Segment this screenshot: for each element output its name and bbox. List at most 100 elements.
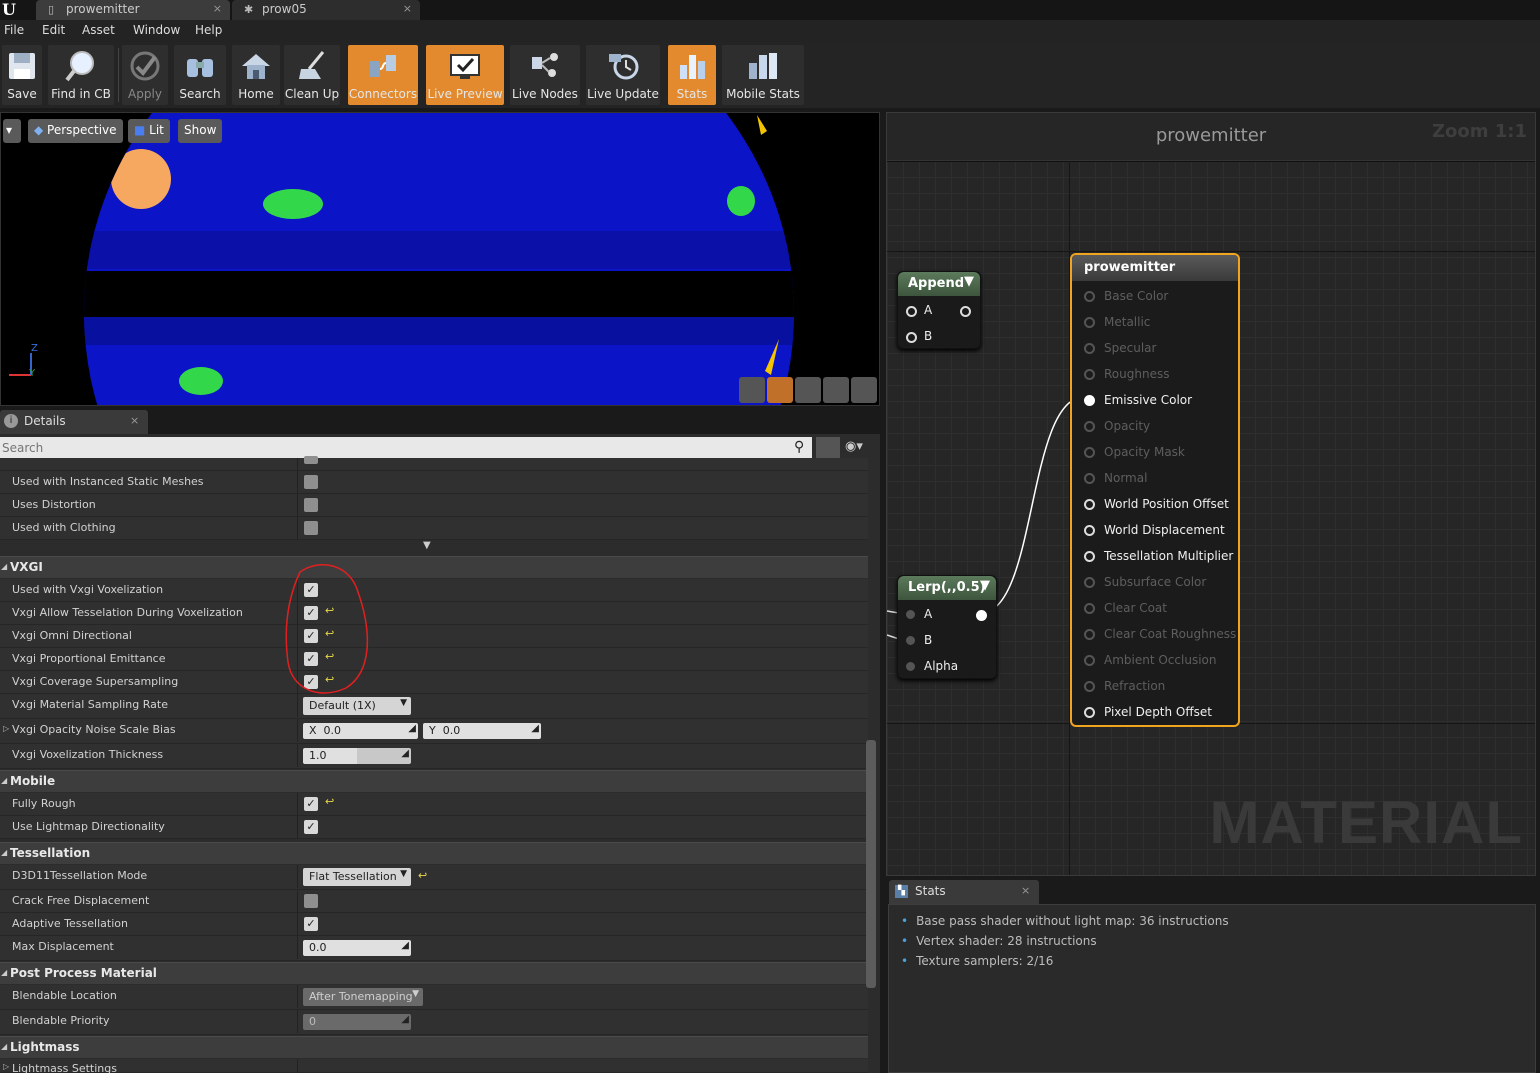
blendable-priority-field[interactable]: 0 ◢	[303, 1014, 411, 1030]
category-mobile[interactable]: ◢ Mobile	[0, 770, 868, 792]
lit-sphere-icon: ■	[134, 123, 150, 137]
collapse-arrow-icon: ◢	[1, 562, 8, 571]
cube-icon[interactable]	[823, 377, 849, 403]
details-tab[interactable]: i Details ×	[0, 410, 148, 434]
clean-up-button[interactable]: Clean Up	[284, 45, 340, 105]
binoculars-icon	[187, 59, 213, 77]
input-pin-a[interactable]	[906, 610, 915, 619]
prop-row-fully-rough: Fully Rough ✓ ↩	[0, 793, 868, 816]
lit-button[interactable]: ■ Lit	[128, 119, 170, 143]
teapot-icon[interactable]	[851, 377, 877, 403]
material-result-node[interactable]: prowemitter Base Color Metallic Specular Ro…	[1070, 253, 1240, 727]
save-button[interactable]: Save	[2, 45, 42, 105]
checkbox[interactable]	[304, 456, 318, 464]
category-tessellation[interactable]: ◢ Tessellation	[0, 842, 868, 864]
live-preview-button[interactable]: Live Preview	[426, 45, 504, 105]
axis-y-label: Y	[29, 368, 36, 379]
menu-window[interactable]: Window	[133, 23, 180, 37]
category-lightmass[interactable]: ◢ Lightmass	[0, 1036, 868, 1058]
stats-button[interactable]: Stats	[668, 45, 716, 105]
details-search-input[interactable]	[0, 437, 812, 459]
home-button[interactable]: Home	[232, 45, 280, 105]
checkbox[interactable]	[304, 475, 318, 489]
category-vxgi[interactable]: ◢ VXGI	[0, 556, 868, 578]
apply-button[interactable]: Apply	[122, 45, 168, 105]
monitor-icon	[450, 54, 480, 79]
expand-arrow-icon[interactable]: ▷	[3, 1062, 9, 1071]
prop-row-uses-distortion: Uses Distortion	[0, 494, 868, 517]
menu-edit[interactable]: Edit	[42, 23, 65, 37]
advanced-expander[interactable]: ▼	[0, 540, 868, 556]
input-pin-b[interactable]	[906, 332, 917, 343]
preview-viewport[interactable]: Z Y ▾ ◆ Perspective ■ Lit Show	[0, 112, 880, 406]
perspective-button[interactable]: ◆ Perspective	[28, 119, 123, 143]
lerp-node-title: Lerp(,,0.5) ▼	[898, 576, 996, 600]
viewport-options-button[interactable]: ▾	[3, 119, 21, 143]
max-displacement-field[interactable]: 0.0 ◢	[303, 940, 411, 956]
eye-icon[interactable]: ◉▾	[845, 439, 863, 454]
connectors-button[interactable]: Connectors	[348, 45, 418, 105]
particle-icon: ✱	[244, 3, 254, 16]
category-post-process[interactable]: ◢ Post Process Material	[0, 962, 868, 984]
plane-icon[interactable]	[795, 377, 821, 403]
collapse-arrow-icon: ◢	[1, 776, 8, 785]
prop-row-blendable-priority: Blendable Priority 0 ◢	[0, 1010, 868, 1035]
pin-icon	[1084, 447, 1095, 458]
close-icon[interactable]: ×	[130, 414, 139, 427]
find-in-cb-button[interactable]: Find in CB	[48, 45, 114, 105]
save-icon	[9, 53, 35, 79]
grid-view-icon[interactable]	[816, 437, 840, 459]
output-pin[interactable]	[976, 610, 987, 621]
close-icon[interactable]: ×	[403, 2, 412, 15]
mobile-chart-icon	[749, 53, 777, 79]
live-nodes-button[interactable]: Live Nodes	[510, 45, 580, 105]
input-pin-b[interactable]	[906, 636, 915, 645]
refresh-clock-icon	[609, 54, 639, 80]
checkbox[interactable]	[304, 498, 318, 512]
stat-line: • Texture samplers: 2/16	[901, 954, 1054, 968]
checkbox[interactable]	[304, 521, 318, 535]
checkbox[interactable]	[304, 894, 318, 908]
mobile-stats-button[interactable]: Mobile Stats	[722, 45, 804, 105]
show-button[interactable]: Show	[178, 119, 223, 143]
reset-to-default-icon[interactable]: ↩	[418, 869, 427, 882]
close-icon[interactable]: ×	[1021, 884, 1030, 897]
live-update-button[interactable]: Live Update	[586, 45, 660, 105]
tab-prowemitter[interactable]: ▯ prowemitter ×	[36, 0, 230, 20]
checkbox[interactable]: ✓	[304, 820, 318, 834]
material-node-title: prowemitter	[1072, 255, 1238, 281]
menu-help[interactable]: Help	[195, 23, 222, 37]
thickness-field[interactable]: 1.0 ◢	[303, 748, 411, 764]
lerp-node[interactable]: Lerp(,,0.5) ▼ A B Alpha	[897, 575, 997, 679]
menu-file[interactable]: File	[4, 23, 24, 37]
menu-asset[interactable]: Asset	[82, 23, 115, 37]
close-icon[interactable]: ×	[213, 2, 222, 15]
input-pin-a[interactable]	[906, 306, 917, 317]
search-button[interactable]: Search	[174, 45, 226, 105]
material-graph[interactable]: prowemitter Zoom 1:1 MATERIAL Append ▼ A …	[886, 112, 1536, 876]
checkbox[interactable]: ✓	[304, 917, 318, 931]
toolbar: Save Find in CB Apply Search Home Clean …	[0, 42, 1540, 108]
dropdown-arrow-icon: ▼	[400, 869, 407, 879]
prop-row-lightmass-settings: ▷ Lightmass Settings	[0, 1059, 868, 1073]
prop-row-used-with-clothing: Used with Clothing	[0, 517, 868, 540]
tab-prow05[interactable]: ✱ prow05 ×	[232, 0, 420, 20]
input-pin-alpha[interactable]	[906, 662, 915, 671]
sampling-rate-dropdown[interactable]: Default (1X) ▼	[303, 697, 411, 715]
pin-icon	[1084, 525, 1095, 536]
noise-y-field[interactable]: Y 0.0 ◢	[423, 723, 541, 739]
output-pin[interactable]	[960, 306, 971, 317]
details-scrollbar[interactable]	[866, 740, 876, 988]
cylinder-icon[interactable]	[739, 377, 765, 403]
stats-tab[interactable]: ▚ Stats ×	[889, 880, 1039, 904]
tessellation-mode-dropdown[interactable]: Flat Tessellation ▼	[303, 868, 411, 886]
sphere-icon[interactable]	[767, 377, 793, 403]
blendable-location-dropdown[interactable]: After Tonemapping ▼	[303, 988, 423, 1006]
search-icon[interactable]: ⚲	[794, 439, 804, 455]
reset-to-default-icon[interactable]: ↩	[325, 795, 334, 808]
checkbox[interactable]: ✓	[304, 797, 318, 811]
append-node[interactable]: Append ▼ A B	[897, 271, 981, 349]
pin-icon	[1084, 577, 1095, 588]
noise-x-field[interactable]: X 0.0 ◢	[303, 723, 418, 739]
expand-arrow-icon[interactable]: ▷	[3, 724, 9, 733]
